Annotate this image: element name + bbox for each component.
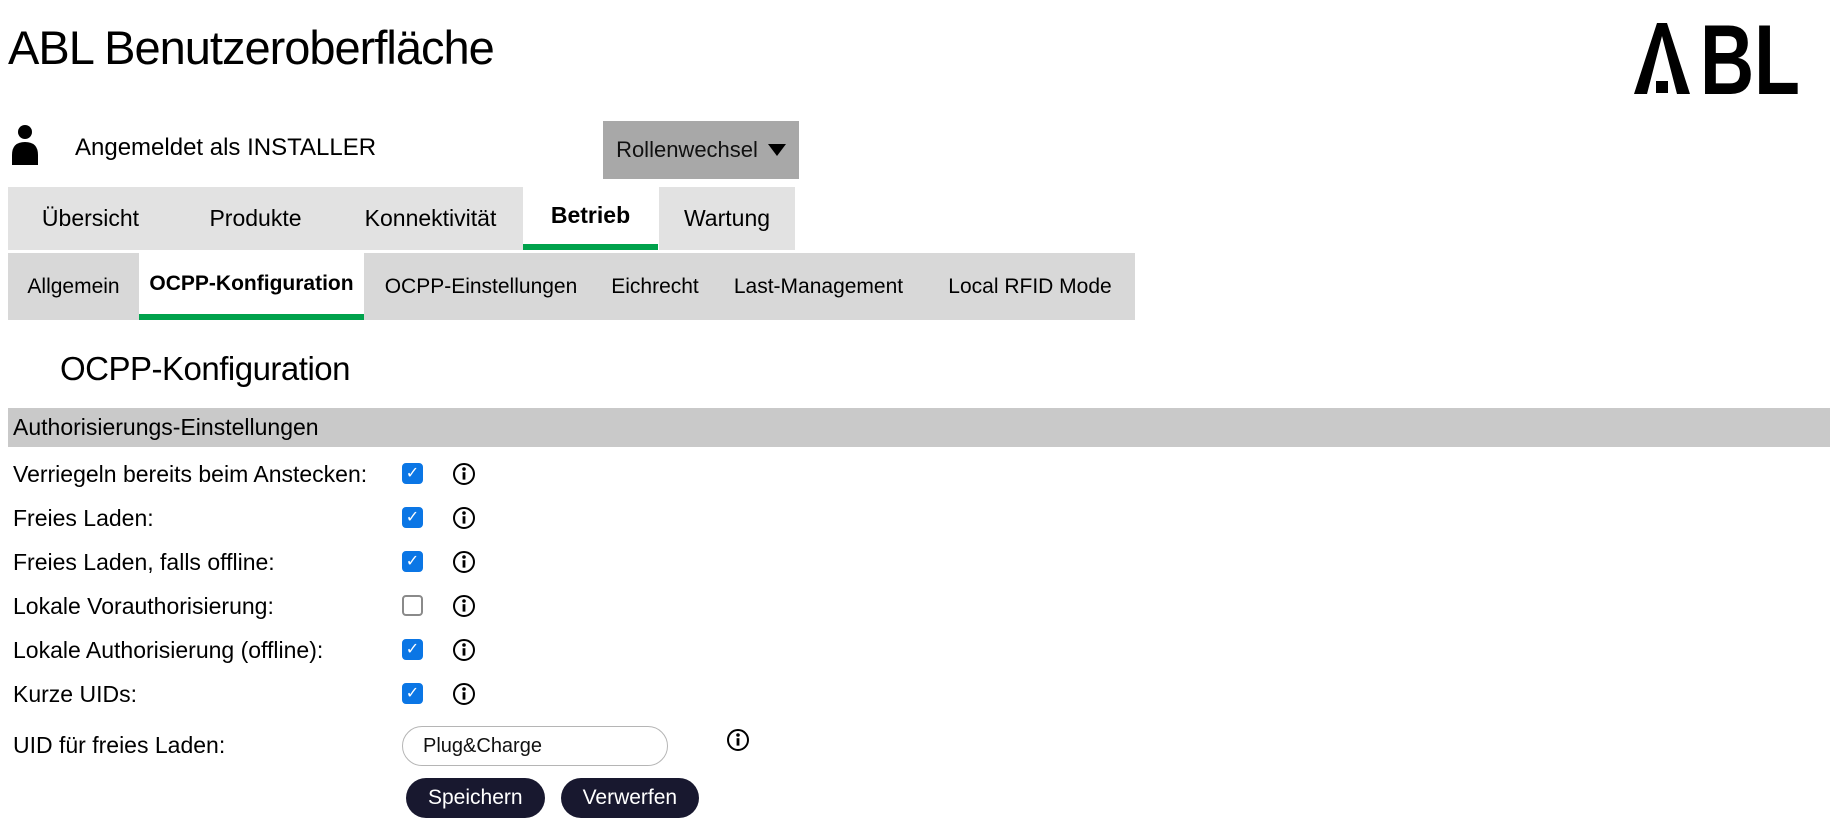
info-icon[interactable] [452,506,476,530]
subtab-eichrecht[interactable]: Eichrecht [598,253,712,320]
setting-row-freies-laden: Freies Laden: [0,496,1840,540]
content-heading: OCPP-Konfiguration [60,350,350,387]
svg-text:BL: BL [1700,20,1800,98]
tab-betrieb[interactable]: Betrieb [523,187,658,250]
info-icon[interactable] [452,682,476,706]
setting-row-uid-freies-laden: UID für freies Laden: [0,722,1840,768]
info-icon[interactable] [452,462,476,486]
discard-button[interactable]: Verwerfen [560,778,700,818]
main-tab-bar: Übersicht Produkte Konnektivität Betrieb… [8,187,795,250]
tab-konnektivitaet[interactable]: Konnektivität [338,187,523,250]
section-header: Authorisierungs-Einstellungen [8,408,1830,447]
abl-web-interface: ABL Benutzeroberfläche BL Angemeldet als… [0,0,1840,822]
uid-input[interactable] [402,726,668,766]
setting-label: Verriegeln bereits beim Anstecken: [13,460,368,487]
role-switch-label: Rollenwechsel [616,137,758,162]
info-icon[interactable] [452,638,476,662]
setting-label: UID für freies Laden: [13,731,226,758]
info-icon[interactable] [726,728,750,752]
checkbox-verriegeln[interactable] [402,463,423,484]
setting-row-lokale-vorauthorisierung: Lokale Vorauthorisierung: [0,584,1840,628]
setting-label: Lokale Authorisierung (offline): [13,636,324,663]
caret-down-icon [767,144,786,156]
setting-row-verriegeln: Verriegeln bereits beim Anstecken: [0,452,1840,496]
subtab-allgemein[interactable]: Allgemein [8,253,139,320]
info-icon[interactable] [452,594,476,618]
checkbox-freies-laden[interactable] [402,507,423,528]
setting-row-freies-laden-offline: Freies Laden, falls offline: [0,540,1840,584]
form-actions: Speichern Verwerfen [406,778,700,818]
logged-in-status: Angemeldet als INSTALLER [75,134,377,161]
setting-label: Kurze UIDs: [13,680,137,707]
subtab-local-rfid-mode[interactable]: Local RFID Mode [925,253,1135,320]
page-title: ABL Benutzeroberfläche [8,21,495,74]
role-switch-button[interactable]: Rollenwechsel [603,121,799,179]
setting-label: Freies Laden, falls offline: [13,548,275,575]
subtab-ocpp-einstellungen[interactable]: OCPP-Einstellungen [364,253,598,320]
checkbox-freies-laden-offline[interactable] [402,551,423,572]
abl-logo: BL [1634,20,1800,98]
info-icon[interactable] [452,550,476,574]
sub-tab-bar: Allgemein OCPP-Konfiguration OCPP-Einste… [8,253,1135,320]
save-button[interactable]: Speichern [406,778,545,818]
setting-row-kurze-uids: Kurze UIDs: [0,672,1840,716]
tab-produkte[interactable]: Produkte [173,187,338,250]
tab-wartung[interactable]: Wartung [659,187,795,250]
subtab-last-management[interactable]: Last-Management [712,253,925,320]
subtab-ocpp-konfiguration[interactable]: OCPP-Konfiguration [139,253,364,320]
setting-row-lokale-authorisierung: Lokale Authorisierung (offline): [0,628,1840,672]
section-header-label: Authorisierungs-Einstellungen [13,414,319,440]
person-icon [12,125,38,165]
checkbox-lokale-vorauthorisierung[interactable] [402,595,423,616]
setting-label: Freies Laden: [13,504,154,531]
checkbox-lokale-authorisierung[interactable] [402,639,423,660]
setting-label: Lokale Vorauthorisierung: [13,592,274,619]
tab-uebersicht[interactable]: Übersicht [8,187,173,250]
checkbox-kurze-uids[interactable] [402,683,423,704]
